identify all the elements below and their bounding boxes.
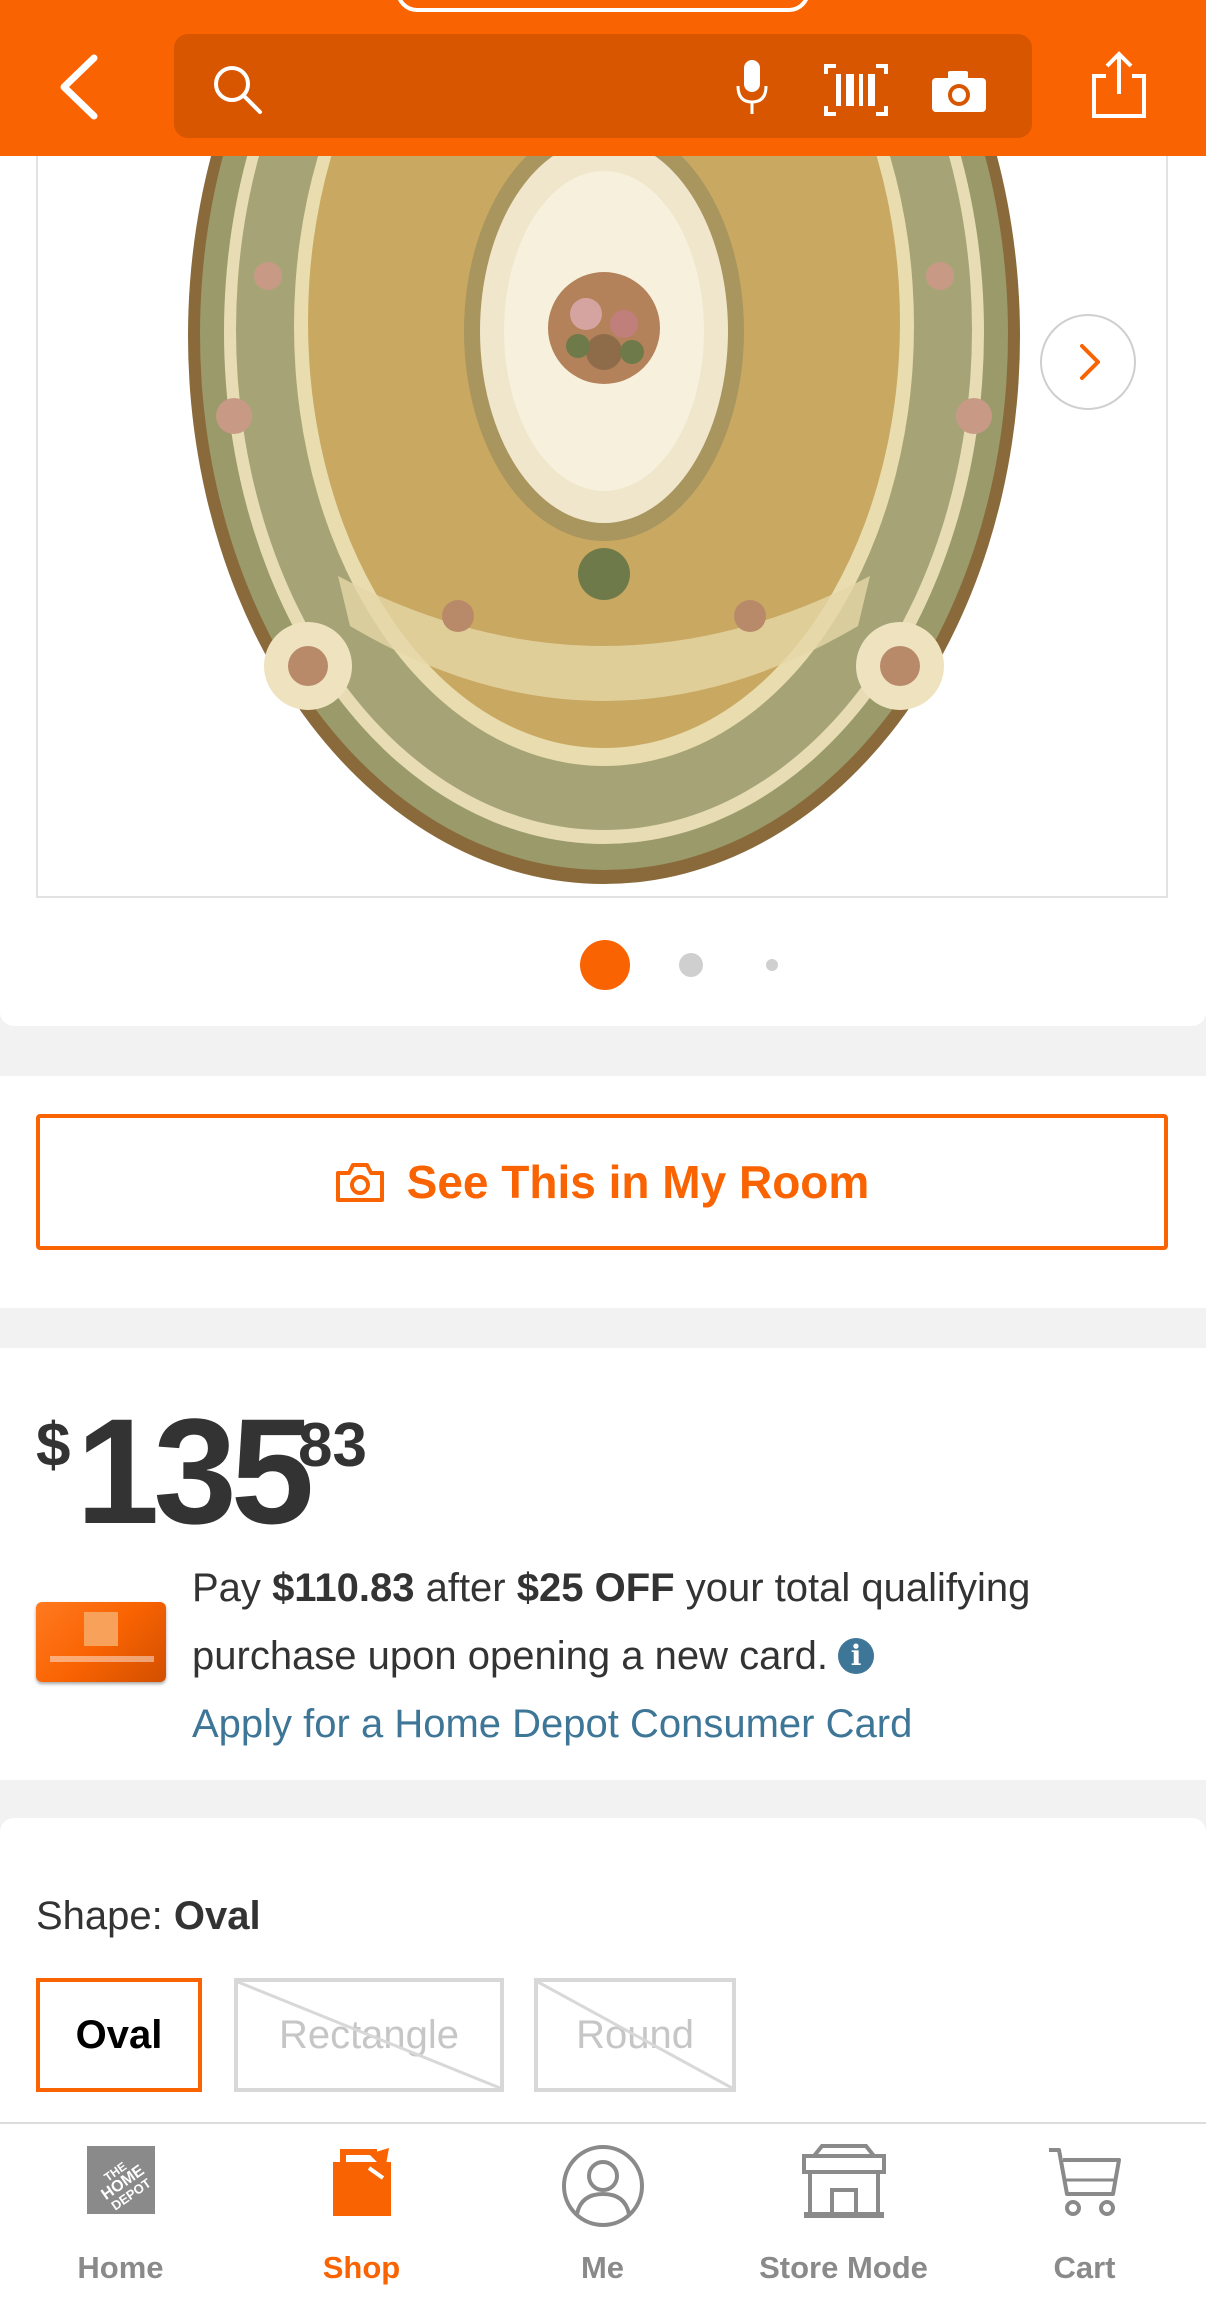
price-whole: 135: [76, 1387, 314, 1555]
shop-bag-icon: [332, 2148, 391, 2216]
nav-label: Cart: [1053, 2250, 1116, 2285]
offer-after: after: [425, 1566, 506, 1610]
shape-option-label: Oval: [75, 2012, 163, 2057]
store-icon: [801, 2144, 886, 2218]
apply-card-link[interactable]: Apply for a Home Depot Consumer Card: [192, 1702, 912, 1746]
microphone-icon[interactable]: [734, 58, 770, 118]
gallery-pagination: [0, 936, 1206, 996]
home-depot-logo-icon: [84, 1612, 118, 1646]
top-bar: [0, 0, 1206, 156]
back-button[interactable]: [52, 52, 112, 122]
offer-discount: $25 OFF: [516, 1566, 675, 1610]
status-pill: [396, 0, 810, 12]
price-currency: $: [36, 1411, 71, 1480]
chevron-right-icon: [1080, 344, 1100, 380]
person-icon: [561, 2145, 644, 2227]
share-icon: [1092, 51, 1146, 118]
shape-label: Shape: Oval: [36, 1894, 261, 1939]
unavailable-slash: [238, 1982, 500, 2088]
credit-card-image: [36, 1602, 166, 1682]
offer-pay: Pay: [192, 1566, 261, 1610]
see-in-my-room-button[interactable]: See This in My Room: [36, 1114, 1168, 1250]
shape-label-text: Shape:: [36, 1894, 163, 1938]
search-input[interactable]: [174, 34, 1032, 138]
product-gallery: [0, 156, 1206, 1026]
nav-label: Me: [580, 2250, 625, 2285]
nav-home[interactable]: THE HOME DEPOT Home: [0, 2124, 241, 2314]
info-icon[interactable]: i: [838, 1638, 875, 1674]
ar-section: See This in My Room: [0, 1076, 1206, 1308]
price-cents: 83: [298, 1411, 367, 1480]
rug-image: [188, 156, 1020, 884]
shape-option-rectangle[interactable]: Rectangle: [234, 1978, 504, 2092]
nav-me[interactable]: Me: [482, 2124, 723, 2314]
shape-option-oval[interactable]: Oval: [36, 1978, 202, 2092]
pagination-dot[interactable]: [679, 953, 703, 977]
back-icon: [60, 54, 98, 120]
unavailable-slash: [538, 1982, 732, 2088]
shape-selector: Shape: Oval Oval Rectangle Round: [0, 1818, 1206, 2122]
product-image[interactable]: [36, 156, 1168, 898]
nav-cart[interactable]: Cart: [964, 2124, 1205, 2314]
shape-option-round[interactable]: Round: [534, 1978, 736, 2092]
pagination-dot[interactable]: [766, 959, 778, 971]
bottom-nav: THE HOME DEPOT Home Shop Me Store Mode C…: [0, 2122, 1206, 2314]
camera-icon[interactable]: [930, 68, 988, 114]
nav-label: Shop: [322, 2250, 401, 2285]
camera-outline-icon: [335, 1163, 384, 1202]
search-icon: [214, 66, 262, 114]
barcode-icon[interactable]: [824, 64, 888, 116]
price-section: $ 135 83 Pay $110.83 after $25 OFF your …: [0, 1348, 1206, 1780]
card-number-strip: [50, 1656, 154, 1662]
home-depot-logo-icon: THE HOME DEPOT: [86, 2146, 155, 2214]
nav-label: Store Mode: [759, 2250, 928, 2285]
nav-label: Home: [77, 2250, 164, 2285]
shape-selected-value: Oval: [173, 1894, 261, 1938]
offer-pay-amount: $110.83: [272, 1566, 415, 1610]
pagination-dot-active[interactable]: [580, 940, 630, 990]
nav-shop[interactable]: Shop: [241, 2124, 482, 2314]
see-in-my-room-label: See This in My Room: [406, 1156, 870, 1208]
card-offer: Pay $110.83 after $25 OFF your total qua…: [192, 1554, 1172, 1758]
next-image-button[interactable]: [1040, 314, 1136, 410]
nav-store-mode[interactable]: Store Mode: [723, 2124, 964, 2314]
share-button[interactable]: [1088, 50, 1150, 120]
cart-icon: [1048, 2148, 1121, 2216]
